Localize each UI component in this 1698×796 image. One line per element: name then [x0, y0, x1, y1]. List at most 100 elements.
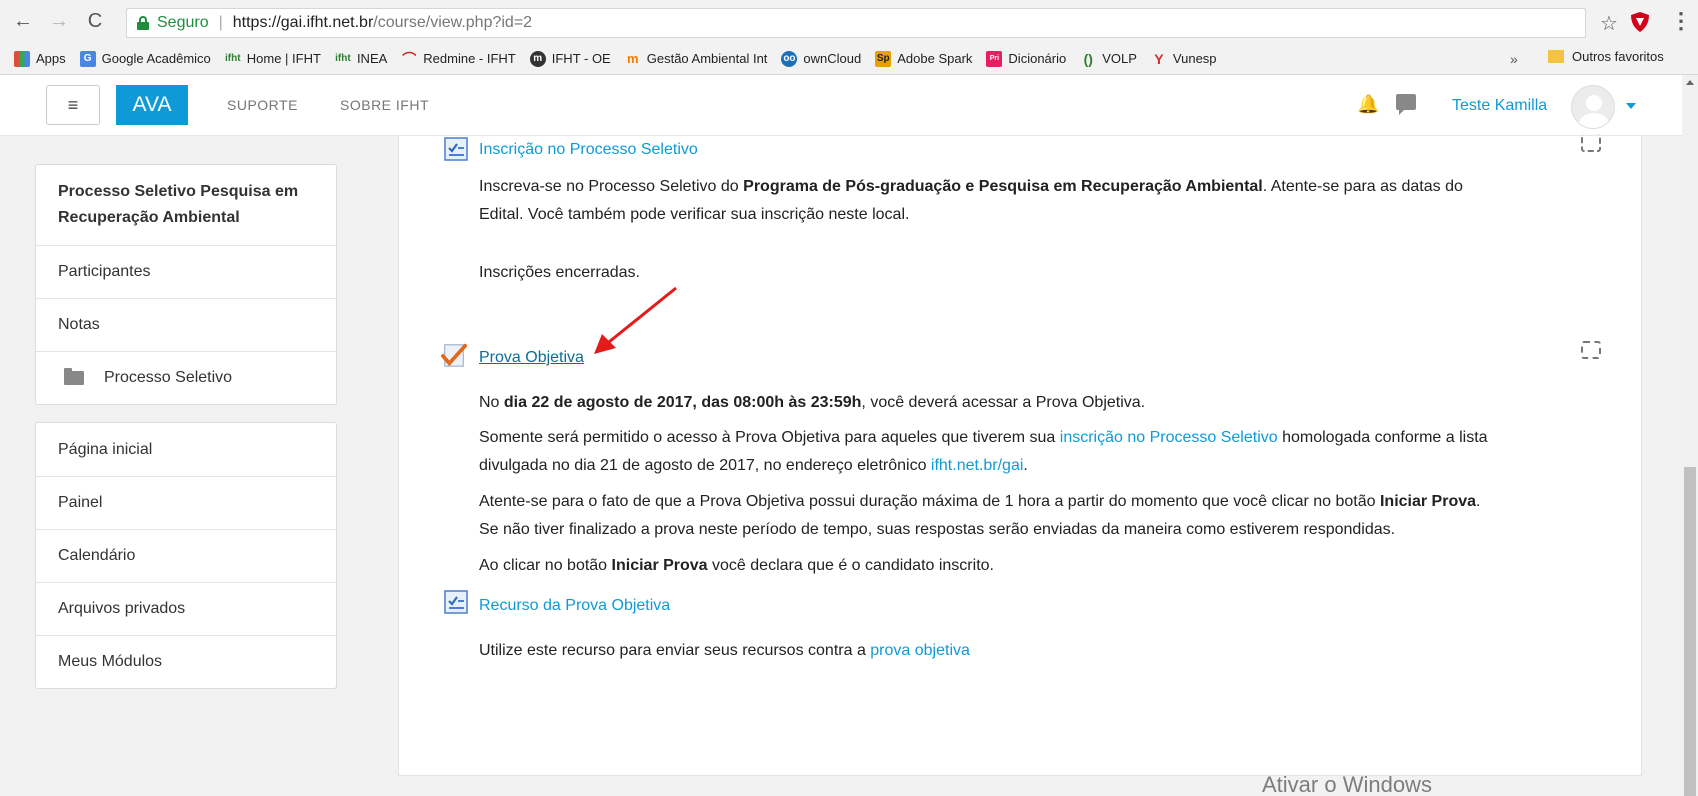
choice-activity-icon: [444, 137, 468, 161]
spark-icon: Sp: [875, 50, 892, 67]
windows-activation-watermark: Ativar o Windows: [1262, 772, 1432, 796]
more-bookmarks-icon[interactable]: »: [1510, 51, 1518, 67]
bookmark-label: Google Acadêmico: [101, 51, 211, 66]
menu-toggle-button[interactable]: ≡: [46, 85, 100, 125]
sidebar-item-notas[interactable]: Notas: [36, 298, 336, 351]
sidebar-item-label: Painel: [58, 494, 103, 511]
description-text: Edital. Você também pode verificar sua i…: [479, 206, 910, 223]
browser-menu-icon[interactable]: ⋮: [1670, 8, 1692, 34]
ifht-icon: ifht: [224, 53, 241, 64]
sidebar-item-arquivos-privados[interactable]: Arquivos privados: [36, 582, 336, 635]
scroll-up-arrow-icon[interactable]: [1686, 80, 1694, 85]
ublock-shield-icon[interactable]: [1630, 11, 1650, 33]
sidebar-item-painel[interactable]: Painel: [36, 476, 336, 529]
activity-description: Somente será permitido o acesso à Prova …: [479, 424, 1589, 480]
ifht-icon: ifht: [335, 53, 351, 64]
sidebar-item-label: Página inicial: [58, 440, 153, 458]
sidebar-item-pagina-inicial[interactable]: Página inicial: [36, 423, 336, 476]
completion-checkbox[interactable]: [1581, 134, 1601, 152]
activity-link-prova-objetiva[interactable]: Prova Objetiva: [479, 349, 584, 367]
redmine-icon: ⌒: [402, 50, 417, 67]
bookmark-dicionario[interactable]: Pri Dicionário: [986, 50, 1066, 67]
reload-icon[interactable]: C: [82, 9, 108, 35]
course-navigation-block: Processo Seletivo Pesquisa em Recuperaçã…: [35, 164, 337, 405]
bookmark-google-academico[interactable]: G Google Acadêmico: [79, 50, 211, 67]
bookmark-owncloud[interactable]: oo ownCloud: [781, 50, 862, 67]
nav-link-suporte[interactable]: SUPORTE: [227, 97, 298, 113]
bookmark-label: Apps: [36, 51, 66, 66]
sidebar-item-calendario[interactable]: Calendário: [36, 529, 336, 582]
description-text: No: [479, 394, 504, 411]
bookmark-label: VOLP: [1102, 51, 1137, 66]
page-scrollbar[interactable]: [1682, 75, 1698, 796]
address-separator: |: [218, 14, 223, 31]
bookmark-redmine[interactable]: ⌒ Redmine - IFHT: [401, 51, 515, 67]
sidebar-item-label: Meus Módulos: [58, 653, 163, 670]
description-text: .: [1023, 457, 1028, 474]
folder-icon: [64, 368, 84, 385]
sidebar-item-meus-modulos[interactable]: Meus Módulos: [36, 635, 336, 688]
user-menu-caret-icon[interactable]: [1626, 103, 1636, 109]
bookmark-inea[interactable]: ifht INEA: [335, 51, 387, 67]
apps-grid-icon: [14, 50, 30, 67]
prova-objetiva-link[interactable]: prova objetiva: [870, 642, 970, 659]
other-bookmarks[interactable]: Outros favoritos: [1548, 49, 1664, 64]
description-text: . Atente-se para as datas do: [1262, 178, 1463, 195]
nav-link-sobre-ifht[interactable]: SOBRE IFHT: [340, 97, 429, 113]
description-text: Somente será permitido o acesso à Prova …: [479, 429, 1060, 446]
bookmark-ifht-oe[interactable]: m IFHT - OE: [529, 50, 611, 67]
sidebar-item-processo-seletivo[interactable]: Processo Seletivo: [36, 351, 336, 404]
gai-site-link[interactable]: ifht.net.br/gai: [931, 457, 1024, 474]
description-text: homologada conforme a lista: [1277, 429, 1488, 446]
description-bold: Iniciar Prova: [1379, 493, 1477, 510]
sidebar-item-participantes[interactable]: Participantes: [36, 245, 336, 298]
bookmark-vunesp[interactable]: Y Vunesp: [1151, 50, 1217, 67]
back-icon[interactable]: ←: [10, 9, 36, 35]
activity-link-inscricao[interactable]: Inscrição no Processo Seletivo: [479, 141, 698, 159]
description-text: .: [1476, 493, 1481, 510]
bookmark-star-icon[interactable]: ☆: [1600, 11, 1618, 36]
description-bold: dia 22 de agosto de 2017, das 08:00h às …: [503, 394, 862, 411]
sidebar-item-label: Notas: [58, 316, 100, 333]
inscricao-link[interactable]: inscrição no Processo Seletivo: [1060, 429, 1278, 446]
vunesp-icon: Y: [1154, 50, 1164, 67]
address-bar[interactable]: Seguro | https://gai.ifht.net.br/course/…: [126, 8, 1586, 38]
bookmark-label: Vunesp: [1172, 51, 1217, 66]
description-text: você declara que é o candidato inscrito.: [707, 557, 994, 574]
scrollbar-thumb[interactable]: [1684, 467, 1696, 796]
bookmark-adobe-spark[interactable]: Sp Adobe Spark: [875, 50, 972, 67]
description-text: Inscreva-se no Processo Seletivo do: [479, 178, 744, 195]
bookmark-label: ownCloud: [803, 51, 862, 66]
bookmarks-bar: Apps G Google Acadêmico ifht Home | IFHT…: [0, 43, 1698, 75]
moodle-icon: m: [626, 51, 639, 66]
bookmark-label: INEA: [356, 51, 388, 66]
choice-activity-icon: [444, 590, 468, 614]
completion-checkbox[interactable]: [1581, 341, 1601, 359]
course-title-link[interactable]: Processo Seletivo Pesquisa em Recuperaçã…: [36, 165, 336, 245]
description-text: Se não tiver finalizado a prova neste pe…: [479, 521, 1396, 538]
secure-label: Seguro: [157, 14, 209, 31]
sidebar-item-label: Calendário: [58, 547, 136, 564]
bookmark-volp[interactable]: () VOLP: [1080, 51, 1137, 67]
folder-icon: [1548, 50, 1564, 63]
activity-description: Inscreva-se no Processo Seletivo do Prog…: [479, 173, 1589, 229]
avatar[interactable]: [1571, 85, 1615, 129]
brand-logo[interactable]: AVA: [116, 85, 188, 125]
bookmark-label: Home | IFHT: [246, 51, 321, 66]
forward-icon[interactable]: →: [46, 9, 72, 35]
moodle-icon: m: [529, 50, 546, 67]
lock-icon: [137, 16, 149, 30]
activity-link-recurso[interactable]: Recurso da Prova Objetiva: [479, 597, 670, 615]
volp-icon: (): [1083, 50, 1093, 67]
user-name[interactable]: Teste Kamilla: [1452, 97, 1547, 115]
messages-icon[interactable]: [1396, 94, 1416, 115]
bookmark-gestao-ambiental[interactable]: m Gestão Ambiental Int: [625, 51, 767, 67]
bookmark-apps[interactable]: Apps: [14, 50, 66, 67]
description-text: , você deverá acessar a Prova Objetiva.: [861, 394, 1146, 411]
description-text: Atente-se para o fato de que a Prova Obj…: [479, 493, 1380, 510]
bookmark-home-ifht[interactable]: ifht Home | IFHT: [225, 51, 321, 67]
description-bold: Iniciar Prova: [611, 557, 708, 574]
site-navigation-block: Página inicial Painel Calendário Arquivo…: [35, 422, 337, 689]
notification-bell-icon[interactable]: 🔔: [1357, 94, 1379, 115]
activity-description: Utilize este recurso para enviar seus re…: [479, 637, 1589, 665]
